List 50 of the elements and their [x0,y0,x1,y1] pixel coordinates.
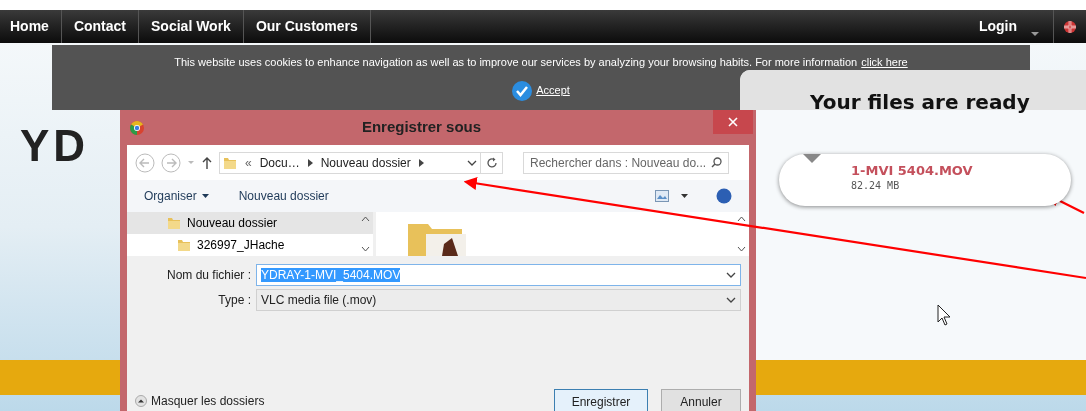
panel-title: Your files are ready [810,90,1030,114]
scroll-up-icon[interactable] [736,216,746,222]
accept-button[interactable]: Accept [512,80,570,101]
dropdown-caret-icon[interactable] [1031,31,1039,36]
folder-tree-item[interactable]: Nouveau dossier [127,212,373,234]
close-icon [728,117,738,127]
check-icon [512,80,533,101]
search-field[interactable]: Rechercher dans : Nouveau do... [523,151,729,174]
file-size: 82.24 MB [851,179,901,193]
hide-folders-toggle[interactable]: Masquer les dossiers [135,392,265,410]
breadcrumb-item[interactable]: Nouveau dossier [320,153,411,172]
dropdown-caret-icon[interactable] [681,193,688,199]
file-name: 1-MVI 5404.MOV [851,163,974,179]
close-button[interactable] [713,110,753,134]
address-bar[interactable]: « Docu… Nouveau dossier [219,151,481,174]
dialog-title: Enregistrer sous [361,117,482,138]
field-label: Nom du fichier : [165,267,251,284]
cookie-notice-text: This website uses cookies to enhance navigation as well as to improve our services by analyzing your browsing habits. For more information [174,55,858,70]
browser-logo-icon [130,120,144,135]
chevron-down-icon [726,295,736,305]
file-card[interactable]: 1-MVI 5404.MOV 82.24 MB [779,154,1071,206]
scroll-up-icon[interactable] [360,216,370,222]
folder-icon [223,155,237,170]
site-logo: YD [20,124,90,168]
dialog-button[interactable]: Enregistrer [554,389,648,411]
scroll-down-icon[interactable] [736,246,746,252]
mouse-pointer-icon [937,304,951,326]
search-icon [711,157,722,168]
field-label: Type : [217,292,251,309]
folder-icon [177,238,191,252]
new-folder-button[interactable]: Nouveau dossier [238,187,329,205]
scroll-down-icon[interactable] [360,246,370,252]
help-icon[interactable] [716,188,732,204]
view-options-icon[interactable] [655,190,669,202]
flag-icon[interactable] [1064,20,1076,33]
chevron-right-icon [307,158,313,167]
organize-button[interactable]: Organiser [144,187,209,205]
refresh-icon[interactable] [485,156,498,169]
folder-tree-item[interactable]: 326997_JHache [127,234,373,256]
chevron-down-icon [726,270,736,280]
file-type-dropdown[interactable]: VLC media file (.mov) [256,289,741,311]
login-link[interactable]: Login [964,10,1031,43]
more-info-link[interactable]: click here [861,54,908,71]
dropdown-caret-icon [201,193,209,199]
folder-icon [167,216,181,230]
breadcrumb-overflow[interactable]: « [245,153,252,172]
dialog-button[interactable]: Annuler [661,389,741,411]
up-arrow-icon[interactable] [201,155,213,170]
breadcrumb-item[interactable]: Docu… [259,153,300,172]
chevron-right-icon [418,158,424,167]
